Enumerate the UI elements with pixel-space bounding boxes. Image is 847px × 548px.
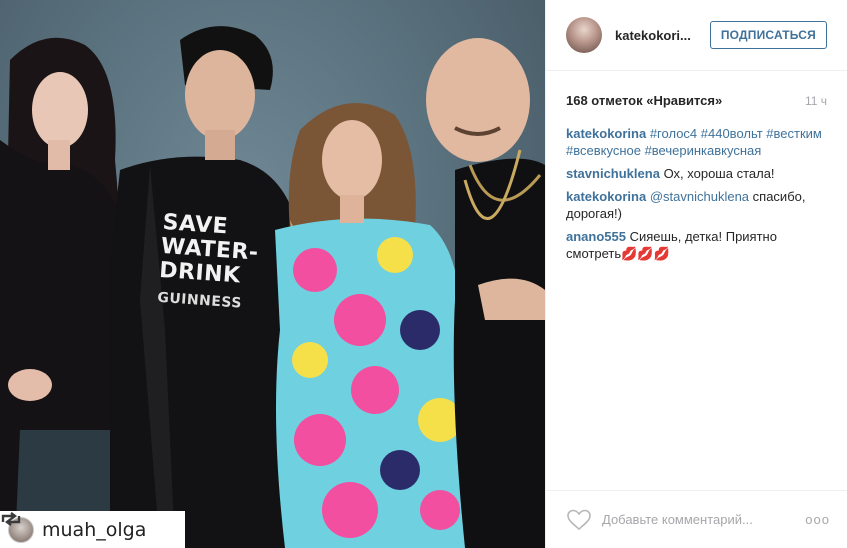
heart-icon[interactable]: [566, 508, 592, 532]
photo-illustration: [0, 26, 545, 548]
author-username[interactable]: katekokori...: [615, 28, 710, 43]
caption-user[interactable]: katekokorina: [566, 126, 646, 141]
post-stats: 168 отметок «Нравится» 11 ч: [546, 71, 847, 111]
comment-mention[interactable]: @stavnichuklena: [650, 189, 749, 204]
repost-credit: muah_olga: [0, 511, 185, 548]
add-comment-input[interactable]: Добавьте комментарий...: [602, 512, 805, 527]
comment-user[interactable]: katekokorina: [566, 189, 646, 204]
comment-list: katekokorina #голос4 #440вольт #вестким …: [546, 111, 847, 262]
more-options-icon[interactable]: ooo: [805, 512, 830, 527]
comment-user[interactable]: stavnichuklena: [566, 166, 660, 181]
post-footer: Добавьте комментарий... ooo: [546, 490, 847, 548]
comment-item: katekokorina @stavnichuklena спасибо, до…: [566, 188, 827, 222]
repost-username: muah_olga: [42, 518, 147, 541]
post-details-panel: katekokori... ПОДПИСАТЬСЯ 168 отметок «Н…: [545, 0, 847, 548]
post-time[interactable]: 11 ч: [805, 94, 827, 108]
comment-user[interactable]: anano555: [566, 229, 626, 244]
repost-icon: [1, 512, 21, 526]
author-avatar[interactable]: [566, 17, 602, 53]
tshirt-line-3: DRINK: [158, 257, 242, 289]
caption: katekokorina #голос4 #440вольт #вестким …: [566, 125, 827, 159]
post-photo[interactable]: SAVE WATER- DRINK GUINNESS muah_olga: [0, 0, 545, 548]
post-header: katekokori... ПОДПИСАТЬСЯ: [546, 0, 847, 71]
tshirt-print: SAVE WATER- DRINK GUINNESS: [157, 210, 259, 313]
likes-count[interactable]: 168 отметок «Нравится»: [566, 93, 722, 108]
comment-text: Ох, хороша стала!: [663, 166, 775, 181]
follow-button[interactable]: ПОДПИСАТЬСЯ: [709, 21, 827, 49]
comment-item: stavnichuklena Ох, хороша стала!: [566, 165, 827, 182]
comment-item: anano555 Сияешь, детка! Приятно смотреть…: [566, 228, 827, 262]
